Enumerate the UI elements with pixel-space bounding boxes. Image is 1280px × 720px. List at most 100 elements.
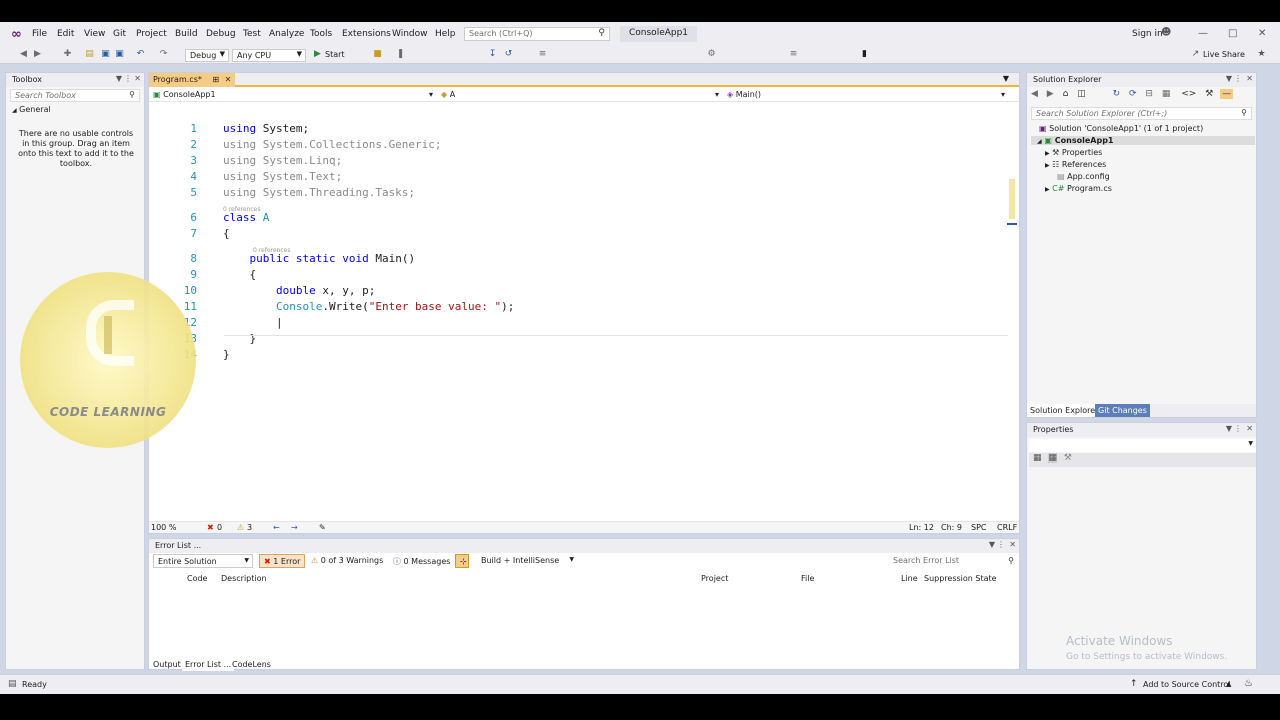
col-file[interactable]: File [801,574,814,583]
bell-icon[interactable]: ♨ [1244,678,1253,689]
insert-mode[interactable]: SPC [971,523,987,532]
code-line[interactable]: 1 using System; [149,121,1009,137]
autohide-icon[interactable]: ⋮ [124,74,132,83]
show-all-files-icon[interactable]: ▦ [1162,89,1171,99]
preview-icon[interactable]: — [1220,89,1234,99]
forward-icon[interactable]: ▶ [1047,89,1054,99]
col-project[interactable]: Project [701,574,728,583]
nav-project-dropdown[interactable]: ▣ ConsoleApp1 [153,90,216,99]
toolbox-search-input[interactable]: Search Toolbox ⚲ [10,89,140,102]
menu-window[interactable]: Window [392,29,428,39]
col-code[interactable]: Code [187,574,207,583]
platform-select[interactable]: Any CPU ▼ [232,49,306,62]
menu-extensions[interactable]: Extensions [342,29,391,39]
output-icon[interactable]: ▤ [8,679,17,689]
menu-test[interactable]: Test [243,29,261,39]
nav-back-icon[interactable]: ← [273,523,280,532]
solution-search-input[interactable]: Search Solution Explorer (Ctrl+;) ⚲ [1031,107,1252,120]
live-share-icon[interactable]: ↗ [1190,49,1201,60]
tab-error-list[interactable]: Error List ... [182,658,235,671]
format-icon[interactable]: ≡ [788,49,799,60]
codelens-class-refs[interactable]: 0 references [223,206,261,213]
menu-edit[interactable]: Edit [57,29,74,39]
menu-help[interactable]: Help [435,29,456,39]
zoom-select[interactable]: 100 % [151,523,176,532]
collapse-all-icon[interactable]: ⊟ [1145,89,1153,99]
tree-properties[interactable]: ▶ ⚒ Properties [1045,148,1102,157]
col-description[interactable]: Description [221,574,267,583]
scope-select[interactable]: Entire Solution ▼ [153,554,253,568]
code-line[interactable]: 6 class A [149,210,1009,226]
start-button[interactable]: Start [325,50,345,59]
tree-program-cs[interactable]: ▶ C# Program.cs [1045,184,1112,193]
chevron-down-icon[interactable]: ▾ [429,90,433,99]
open-folder-icon[interactable]: ▤ [84,49,95,60]
code-line[interactable]: 9 { [149,267,1009,283]
line-number[interactable]: Ln: 12 [909,523,934,532]
menu-view[interactable]: View [84,29,105,39]
error-count[interactable]: 0 [217,523,222,532]
nav-type-dropdown[interactable]: ◆ A [441,90,455,99]
close-icon[interactable]: ✕ [225,75,232,84]
menu-analyze[interactable]: Analyze [269,29,304,39]
menu-project[interactable]: Project [136,29,167,39]
errors-filter-button[interactable]: ✖ 1 Error [259,554,306,568]
close-icon[interactable]: ✕ [1009,540,1016,549]
pin-icon[interactable]: ▼ [116,74,122,83]
toolbox-group[interactable]: ◢ General [12,105,51,114]
tree-references[interactable]: ▶ ☷ References [1045,160,1106,169]
sign-in-link[interactable]: Sign in [1132,29,1163,39]
search-input[interactable]: Search (Ctrl+Q) ⚲ [464,27,610,41]
warning-count[interactable]: 3 [247,523,252,532]
nav-forward-icon[interactable]: → [291,523,298,532]
bookmark-icon[interactable]: ▮ [859,49,870,60]
chevron-down-icon[interactable]: ▾ [1001,90,1005,99]
back-icon[interactable]: ◀ [18,49,29,60]
code-editor[interactable]: Program.cs* ⊞ ✕ ▼ ▣ ConsoleApp1 ▾ ◆ A ▾ … [148,72,1020,534]
messages-filter-button[interactable]: ⓘ 0 Messages [389,554,454,568]
build-filter-select[interactable]: Build + IntelliSense ▼ [477,554,577,568]
alphabetical-icon[interactable]: ▦ [1048,453,1057,463]
save-icon[interactable]: ▣ [100,49,111,60]
tree-solution[interactable]: ▣ Solution 'ConsoleApp1' (1 of 1 project… [1039,124,1203,133]
code-line[interactable]: 4 using System.Text; [149,169,1009,185]
tab-program-cs[interactable]: Program.cs* ⊞ ✕ [149,73,236,87]
pin-icon[interactable]: ⋮ [997,540,1005,549]
forward-icon[interactable]: ▶ [32,49,43,60]
pin-icon[interactable]: ⋮ [1234,74,1242,83]
object-selector[interactable]: ▼ [1029,439,1256,452]
config-select[interactable]: Debug ▼ [185,49,229,62]
brush-icon[interactable]: ✎ [319,523,326,532]
refresh-icon[interactable]: ⟳ [1129,89,1137,99]
close-icon[interactable]: ✕ [1246,424,1253,433]
new-project-icon[interactable]: ✚ [62,49,73,60]
back-icon[interactable]: ◀ [1031,89,1038,99]
tree-project[interactable]: ◢ ▣ ConsoleApp1 [1031,136,1255,145]
close-icon[interactable]: ✕ [1246,74,1253,83]
maximize-icon[interactable]: □ [1228,28,1237,39]
tab-codelens[interactable]: CodeLens [229,658,274,671]
close-window-icon[interactable]: ✕ [1258,28,1266,39]
redo-icon[interactable]: ↷ [158,49,169,60]
hot-reload-icon[interactable]: ■ [372,49,383,60]
menu-file[interactable]: File [32,29,47,39]
solution-config-icon[interactable]: ⚙ [706,49,717,60]
code-line[interactable]: 11 Console.Write("Enter base value: "); [149,299,1009,315]
tree-app-config[interactable]: ▤ App.config [1057,172,1110,181]
categorized-icon[interactable]: ▦ [1033,453,1042,463]
sync-icon[interactable]: ↻ [1113,89,1121,99]
code-line[interactable]: 7{ [149,226,1009,242]
step-into-icon[interactable]: ↺ [503,49,514,60]
char-number[interactable]: Ch: 9 [941,523,962,532]
code-line[interactable]: 5 using System.Threading.Tasks; [149,185,1009,201]
undo-icon[interactable]: ↶ [135,49,146,60]
code-line[interactable]: 10 double x, y, p; [149,283,1009,299]
dropdown-icon[interactable]: ▼ [1226,424,1232,433]
add-to-source-control[interactable]: Add to Source Control [1143,680,1231,689]
tab-overflow-icon[interactable]: ▼ [1003,74,1009,83]
pin-icon[interactable]: ⊞ [212,75,219,84]
minimize-icon[interactable]: — [1198,28,1208,39]
switch-views-icon[interactable]: ◫ [1077,89,1086,99]
code-line[interactable]: 14} [149,347,1009,363]
codelens-method-refs[interactable]: 0 references [253,247,291,254]
